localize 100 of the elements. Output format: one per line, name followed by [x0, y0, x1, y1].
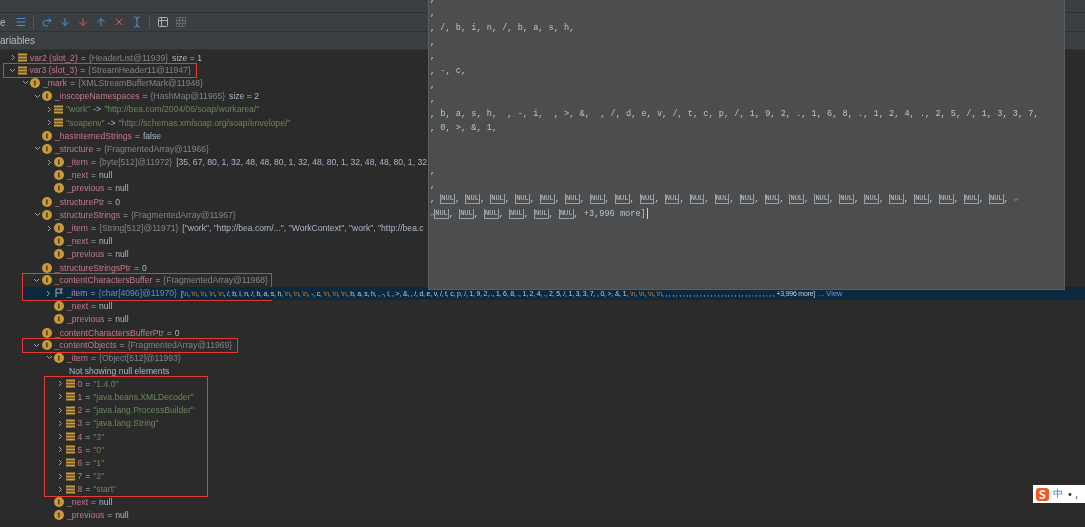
operator: =	[91, 157, 97, 168]
variable-name: 1	[77, 391, 83, 402]
tree-row[interactable]: _previous = null	[0, 247, 131, 261]
popup-text: ,	[504, 194, 511, 205]
tree-row[interactable]: 8 = "start"	[45, 482, 207, 496]
string-value: "1.4.0"	[93, 378, 119, 389]
operator: =	[107, 249, 113, 260]
tree-row[interactable]: 1 = "java.beans.XMLDecoder"	[45, 390, 207, 404]
tree-row[interactable]: _mark = {XMLStreamBufferMark@11948}	[0, 76, 205, 90]
popup-text: ,	[498, 208, 505, 219]
string-value: "java.beans.XMLDecoder"	[93, 391, 194, 402]
field-icon	[41, 275, 52, 286]
variable-value: null	[99, 496, 113, 507]
field-icon	[41, 340, 52, 351]
popup-text: ,	[754, 194, 761, 205]
popup-text: ,	[479, 194, 487, 205]
variable-name: _inscopeNamespaces	[55, 91, 140, 102]
tree-row[interactable]: 7 = "2"	[45, 469, 207, 483]
popup-text: ,	[523, 208, 530, 219]
popup-text: ,	[430, 79, 436, 90]
ime-logo-icon	[1036, 487, 1049, 501]
tree-row[interactable]: _next = null	[0, 299, 115, 313]
variable-name: _previous	[67, 314, 105, 325]
variable-name: _next	[67, 496, 89, 507]
operator: =	[107, 196, 113, 207]
stack-icon	[65, 379, 75, 389]
tree-row[interactable]: 2 = "java.lang.ProcessBuilder"	[45, 403, 207, 417]
operator: =	[85, 391, 91, 402]
field-icon	[42, 130, 52, 141]
operator: =	[80, 52, 86, 63]
tree-row[interactable]: _contentCharactersBufferPtr = 0	[0, 325, 182, 340]
variable-name: _contentCharactersBuffer	[54, 275, 153, 286]
tree-row[interactable]: _next = null	[0, 168, 115, 182]
tree-row[interactable]: _structure = {FragmentedArray@11966}	[0, 142, 211, 156]
tree-row[interactable]: var2 (slot_2) = {HeaderList@11939} size = 1	[0, 51, 204, 65]
operator: =	[91, 170, 97, 181]
tree-row[interactable]: _structurePtr = 0	[0, 195, 122, 209]
operator: =	[85, 418, 91, 429]
tree-row[interactable]: _contentObjects = {FragmentedArray@11969}	[23, 338, 235, 352]
variable-value: null	[99, 236, 113, 247]
variable-name: _item	[66, 288, 88, 299]
tree-row[interactable]: _structureStringsPtr = 0	[0, 261, 149, 275]
variable-value: 0	[174, 327, 180, 338]
operator: =	[107, 314, 113, 325]
stack-icon	[54, 104, 63, 114]
popup-text: ,	[529, 194, 536, 205]
tree-row[interactable]: _item = {Object[512]@11993}	[0, 351, 183, 365]
stack-icon	[18, 53, 27, 63]
toolbar-button[interactable]	[155, 14, 170, 30]
tree-row[interactable]: _next = null	[0, 495, 115, 509]
string-value: "java.lang.ProcessBuilder"	[93, 405, 194, 416]
field-icon	[54, 510, 64, 521]
tree-row[interactable]: 0 = "1.4.0"	[45, 377, 207, 391]
tree-row[interactable]: 6 = "1"	[45, 456, 207, 470]
variable-name: _item	[67, 352, 88, 363]
tree-row[interactable]: _previous = null	[0, 508, 131, 522]
curved-arrow-icon	[40, 16, 53, 28]
stack-icon	[17, 65, 27, 75]
popup-text: ,	[679, 194, 686, 205]
tree-row[interactable]: _previous = null	[0, 312, 131, 326]
tree-row[interactable]: _structureStrings = {FragmentedArray@11967}	[0, 208, 238, 222]
object-reference: {FragmentedArray@11969}	[127, 340, 233, 351]
input-method-bar[interactable]: 中 •,	[1033, 485, 1085, 503]
tree-row[interactable]: _item = {byte[512]@11972} [35, 67, 80, 1, 32, 48, 48, 80, 1, 32, 48, 80, 1, 32, 48, 48, 80, 1, 32,	[0, 155, 432, 169]
object-reference: {byte[512]@11972}	[99, 157, 173, 168]
string-value: "0"	[93, 444, 105, 455]
popup-text: ,	[430, 0, 436, 5]
tree-row[interactable]: var3 (slot_3) = {StreamHeader11@11947}	[4, 63, 193, 77]
tree-row[interactable]: 4 = "3"	[45, 429, 207, 444]
ime-punctuation[interactable]: •,	[1067, 488, 1081, 500]
variable-name: _previous	[67, 510, 105, 521]
tree-row[interactable]: _previous = null	[0, 181, 131, 196]
table-icon	[156, 16, 169, 28]
operator: =	[133, 262, 139, 273]
tree-row[interactable]: _inscopeNamespaces = {HashMap@11965} size = 2	[0, 89, 261, 103]
field-icon	[54, 314, 64, 325]
array-icon	[53, 288, 64, 299]
tree-row[interactable]: _contentCharactersBuffer = {FragmentedArray@11968}	[23, 273, 270, 287]
tree-row[interactable]: "soapenv" -> "http://schemas.xmlsoap.org/soap/envelope/"	[0, 115, 293, 130]
variable-value: null	[115, 314, 129, 325]
variable-value: null	[115, 183, 129, 194]
operator: =	[155, 275, 161, 286]
value-detail: size = 2	[229, 91, 259, 102]
tree-row[interactable]: _next = null	[0, 234, 115, 248]
variable-value: 0	[142, 262, 147, 273]
tree-row[interactable]: _hasInternedStrings = false	[0, 129, 164, 143]
ime-mode[interactable]: 中	[1053, 487, 1063, 501]
field-icon	[54, 223, 64, 234]
menu-icon	[14, 16, 27, 28]
tree-row[interactable]: "work" -> "http://bea.com/2004/06/soap/workarea/"	[0, 102, 262, 116]
toolbar-button[interactable]	[39, 14, 54, 30]
popup-text: ,	[554, 194, 561, 205]
stack-icon	[65, 392, 75, 402]
map-key: "work"	[66, 104, 91, 115]
operator: =	[107, 183, 113, 194]
variable-value: null	[115, 510, 129, 521]
tree-row[interactable]: 5 = "0"	[45, 443, 207, 457]
tree-row[interactable]: 3 = "java.lang.String"	[45, 416, 207, 430]
tree-row[interactable]: _item = {String[512]@11971} ["work", "http://bea.com/...", "WorkContext", "work", "http://bea.c	[0, 221, 426, 235]
object-reference: {FragmentedArray@11967}	[131, 209, 236, 220]
